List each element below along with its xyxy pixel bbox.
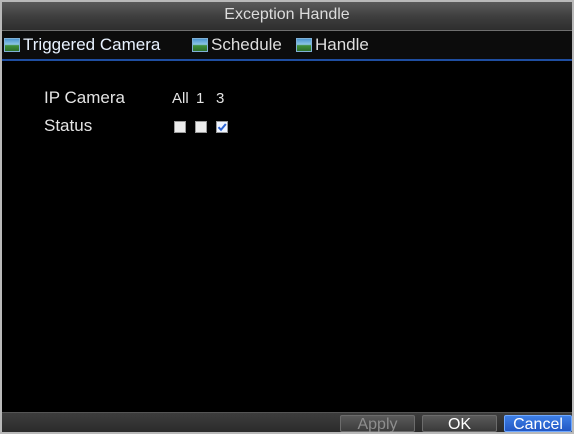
- tab-bar: Triggered Camera Schedule Handle: [2, 31, 572, 61]
- all-cameras-checkbox[interactable]: [174, 121, 186, 133]
- apply-button[interactable]: Apply: [340, 415, 415, 432]
- tab-schedule[interactable]: Schedule: [190, 31, 282, 59]
- tab-label: Triggered Camera: [23, 35, 161, 54]
- tab-triggered-camera[interactable]: Triggered Camera: [2, 31, 160, 59]
- ip-camera-label: IP Camera: [44, 88, 125, 107]
- ok-button[interactable]: OK: [422, 415, 497, 432]
- camera-column-1: 1: [196, 90, 205, 107]
- button-bar: Apply OK Cancel: [2, 412, 572, 432]
- camera-3-checkbox[interactable]: [216, 121, 228, 133]
- checkmark-icon: [217, 123, 227, 132]
- landscape-icon: [4, 38, 20, 52]
- landscape-icon: [296, 38, 312, 52]
- landscape-icon: [192, 38, 208, 52]
- title-bar: Exception Handle: [2, 2, 572, 31]
- dialog-title: Exception Handle: [224, 6, 350, 23]
- tab-label: Handle: [315, 35, 369, 54]
- camera-column-3: 3: [216, 90, 225, 107]
- tab-label: Schedule: [211, 35, 282, 54]
- camera-1-checkbox[interactable]: [195, 121, 207, 133]
- exception-handle-dialog: Exception Handle Triggered Camera Schedu…: [0, 0, 574, 434]
- cancel-button[interactable]: Cancel: [504, 415, 572, 432]
- camera-column-all: All: [172, 90, 189, 107]
- status-label: Status: [44, 116, 93, 135]
- tab-handle[interactable]: Handle: [294, 31, 369, 59]
